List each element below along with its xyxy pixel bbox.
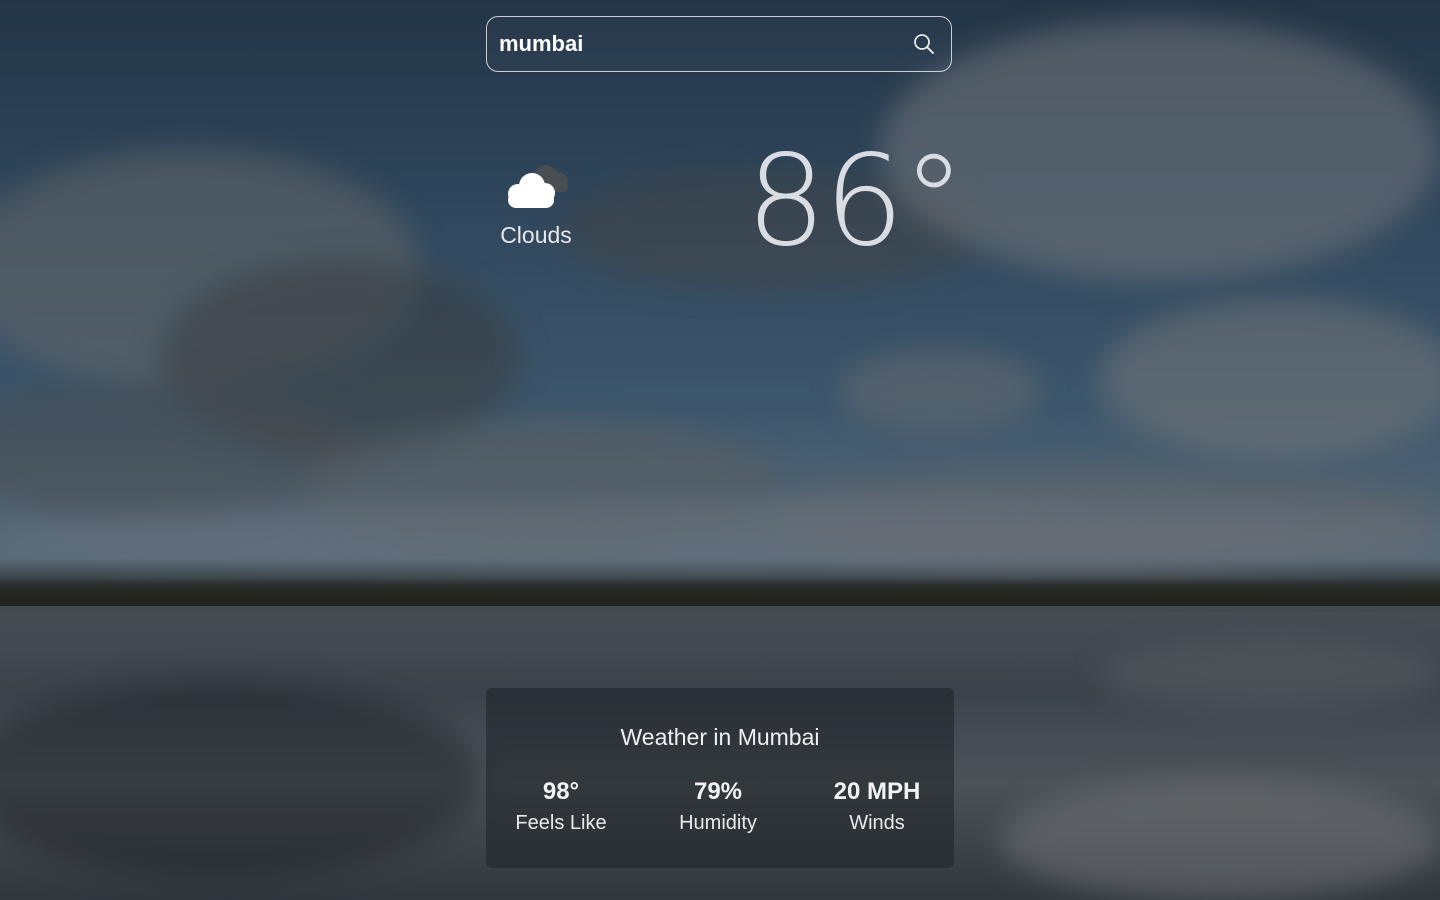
stat-value: 79% xyxy=(693,778,743,805)
details-title: Weather in Mumbai xyxy=(620,724,820,750)
cloud-icon xyxy=(508,165,568,208)
stat-value: 20 MPH xyxy=(833,778,921,805)
current-condition: Clouds xyxy=(490,160,582,249)
search-bar xyxy=(486,16,952,72)
stat-feels-like: 98° Feels Like xyxy=(486,778,636,835)
search-button[interactable] xyxy=(909,29,939,59)
search-icon xyxy=(914,34,934,54)
stat-label: Winds xyxy=(849,812,905,834)
stat-humidity: 79% Humidity xyxy=(643,778,793,835)
current-temperature: 86° xyxy=(746,127,965,274)
stat-winds: 20 MPH Winds xyxy=(802,778,952,835)
search-input[interactable] xyxy=(499,31,909,57)
weather-app: Clouds 86° Weather in Mumbai 98° Feels L… xyxy=(0,0,1440,900)
condition-label: Clouds xyxy=(500,222,572,248)
stat-label: Humidity xyxy=(679,812,757,834)
weather-details-card: Weather in Mumbai 98° Feels Like 79% Hum… xyxy=(486,688,954,868)
stat-value: 98° xyxy=(542,778,580,805)
stat-label: Feels Like xyxy=(515,812,607,834)
